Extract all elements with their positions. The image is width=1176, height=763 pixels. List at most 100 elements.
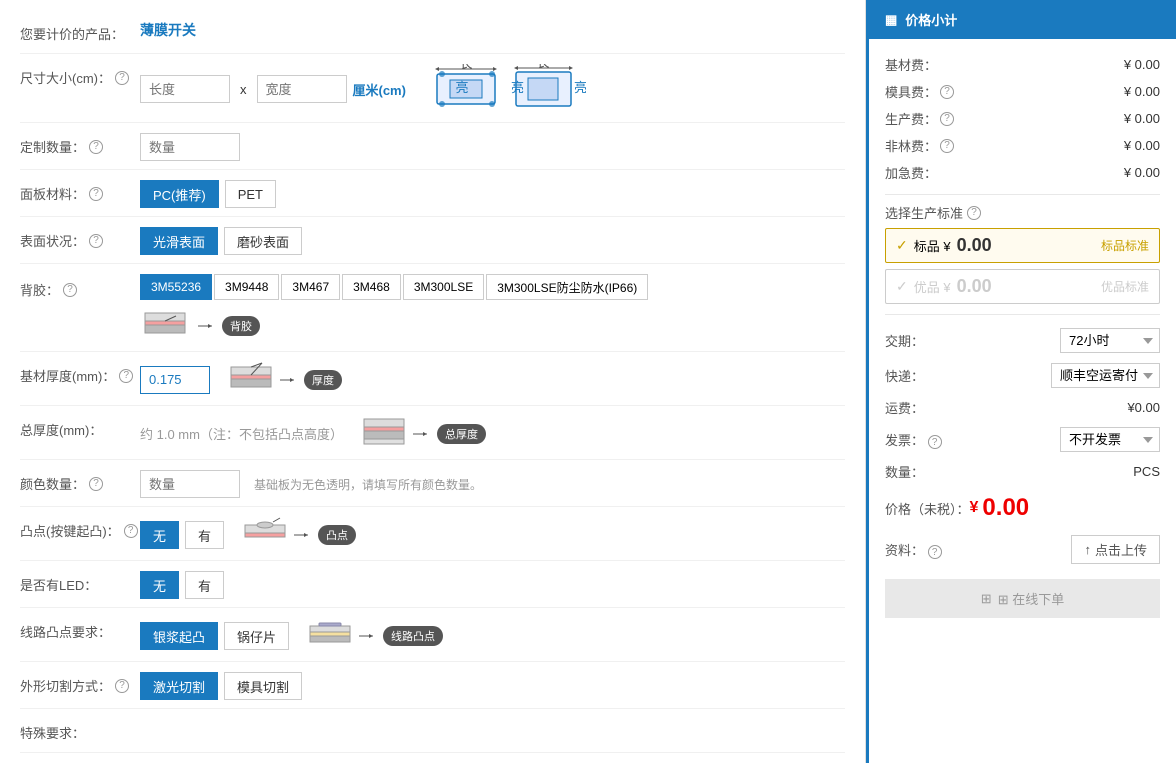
std-option2[interactable]: ✓ 优品 ¥ 0.00 优品标准 (885, 269, 1160, 304)
material-pc-btn[interactable]: PC(推荐) (140, 180, 219, 208)
qty-row: 数量： PCS (885, 457, 1160, 486)
material-info-icon[interactable]: ? (928, 545, 942, 559)
adhesive-3m468-btn[interactable]: 3M468 (342, 274, 401, 300)
size-unit: 厘米(cm) (353, 80, 406, 99)
material-upload-label: 资料： ? (885, 540, 942, 560)
calculator-icon: ▦ (885, 12, 897, 28)
material-info-icon[interactable]: ? (89, 187, 103, 201)
invoice-info-icon[interactable]: ? (928, 435, 942, 449)
led-yes-btn[interactable]: 有 (185, 571, 224, 599)
surface-info-icon[interactable]: ? (89, 234, 103, 248)
qty-sidebar-label: 数量： (885, 462, 924, 481)
production-row: 生产费： ? ¥ 0.00 (885, 105, 1160, 132)
invoice-label: 发票： ? (885, 430, 942, 450)
line-bump-dome-btn[interactable]: 锅仔片 (224, 622, 289, 650)
shipping-label: 快递： (885, 366, 924, 385)
led-none-btn[interactable]: 无 (140, 571, 179, 599)
freight-value: ¥0.00 (1127, 400, 1160, 415)
base-thickness-input[interactable] (140, 366, 210, 394)
special-row: 特殊要求： (20, 709, 845, 753)
adhesive-diagram-row: 背胶 (140, 308, 260, 343)
led-label: 是否有LED： (20, 569, 140, 594)
width-input[interactable] (257, 75, 347, 103)
color-qty-info-icon[interactable]: ? (89, 477, 103, 491)
std-info-icon[interactable]: ? (967, 206, 981, 220)
bump-row: 凸点(按键起凸)： ? 无 有 凸点 (20, 507, 845, 561)
final-price-value: 0.00 (982, 494, 1029, 522)
material-content: PC(推荐) PET (140, 178, 845, 208)
adhesive-3m300lse-ip66-btn[interactable]: 3M300LSE防尘防水(IP66) (486, 274, 648, 300)
production-value: ¥ 0.00 (1124, 111, 1160, 126)
special-content (140, 717, 845, 719)
upload-label: 点击上传 (1095, 540, 1147, 559)
std-option1-price: 0.00 (957, 235, 992, 256)
led-row: 是否有LED： 无 有 (20, 561, 845, 608)
cut-row: 外形切割方式： ? 激光切割 模具切割 (20, 662, 845, 709)
order-label: ⊞ 在线下单 (998, 589, 1065, 608)
upload-button[interactable]: ↑ 点击上传 (1071, 535, 1160, 564)
nonlin-info-icon[interactable]: ? (940, 139, 954, 153)
shipping-row: 快递： 顺丰空运寄付 顺丰陆运寄付 自提 (885, 358, 1160, 393)
total-thickness-svg (359, 416, 409, 451)
delivery-select[interactable]: 72小时 48小时 24小时 (1060, 328, 1160, 353)
total-thickness-row: 总厚度(mm)： 约 1.0 mm（注：不包括凸点高度） 总厚度 (20, 406, 845, 460)
cut-content: 激光切割 模具切割 (140, 670, 845, 700)
std-option1-label: ✓ 标品 ¥ 0.00 (896, 235, 992, 256)
color-qty-content: 基础板为无色透明，请填写所有颜色数量。 (140, 468, 845, 498)
adhesive-info-icon[interactable]: ? (63, 283, 77, 297)
std-option2-price: 0.00 (957, 276, 992, 297)
line-bump-silver-btn[interactable]: 银浆起凸 (140, 622, 218, 650)
product-link[interactable]: 薄膜开关 (140, 20, 196, 40)
color-qty-row: 颜色数量： ? 基础板为无色透明，请填写所有颜色数量。 (20, 460, 845, 507)
special-label: 特殊要求： (20, 717, 140, 742)
product-row: 您要计价的产品： 薄膜开关 (20, 10, 845, 54)
thickness-arrow (280, 374, 300, 386)
mold-info-icon[interactable]: ? (940, 85, 954, 99)
cut-info-icon[interactable]: ? (115, 679, 129, 693)
surface-content: 光滑表面 磨砂表面 (140, 225, 845, 255)
freight-label: 运费： (885, 398, 924, 417)
std-option1[interactable]: ✓ 标品 ¥ 0.00 标品标准 (885, 228, 1160, 263)
bump-label: 凸点(按键起凸)： ? (20, 515, 140, 540)
divider2 (885, 314, 1160, 315)
mold-value: ¥ 0.00 (1124, 84, 1160, 99)
adhesive-badge: 背胶 (222, 316, 260, 336)
adhesive-3m300lse-btn[interactable]: 3M300LSE (403, 274, 484, 300)
size-info-icon[interactable]: ? (115, 71, 129, 85)
cut-mold-btn[interactable]: 模具切割 (224, 672, 302, 700)
production-info-icon[interactable]: ? (940, 112, 954, 126)
cut-laser-btn[interactable]: 激光切割 (140, 672, 218, 700)
freight-row: 运费： ¥0.00 (885, 393, 1160, 422)
invoice-select[interactable]: 不开发票 增值税普票 增值税专票 (1060, 427, 1160, 452)
adhesive-3m55236-btn[interactable]: 3M55236 (140, 274, 212, 300)
svg-text:亮: 亮 (574, 80, 586, 95)
quantity-row: 定制数量： ? (20, 123, 845, 170)
shipping-select[interactable]: 顺丰空运寄付 顺丰陆运寄付 自提 (1051, 363, 1160, 388)
svg-text:亮: 亮 (455, 80, 468, 95)
length-input[interactable] (140, 75, 230, 103)
total-thickness-badge: 总厚度 (437, 424, 486, 444)
invoice-row: 发票： ? 不开发票 增值税普票 增值税专票 (885, 422, 1160, 457)
material-pet-btn[interactable]: PET (225, 180, 276, 208)
surface-matte-btn[interactable]: 磨砂表面 (224, 227, 302, 255)
size-content: x 厘米(cm) 亮 (140, 62, 845, 114)
nonlin-label: 非林费： ? (885, 136, 954, 155)
quantity-info-icon[interactable]: ? (89, 140, 103, 154)
sidebar-body: 基材费： ¥ 0.00 模具费： ? ¥ 0.00 生产费： ? ¥ 0.00 (869, 39, 1176, 630)
bump-yes-btn[interactable]: 有 (185, 521, 224, 549)
surface-smooth-btn[interactable]: 光滑表面 (140, 227, 218, 255)
adhesive-3m9448-btn[interactable]: 3M9448 (214, 274, 279, 300)
base-material-row: 基材费： ¥ 0.00 (885, 51, 1160, 78)
adhesive-3m467-btn[interactable]: 3M467 (281, 274, 340, 300)
quantity-label: 定制数量： ? (20, 131, 140, 156)
led-content: 无 有 (140, 569, 845, 599)
order-button[interactable]: ⊞ ⊞ 在线下单 (885, 579, 1160, 618)
svg-text:长: 长 (536, 64, 549, 70)
color-qty-input[interactable] (140, 470, 240, 498)
base-thickness-info-icon[interactable]: ? (119, 369, 133, 383)
bump-none-btn[interactable]: 无 (140, 521, 179, 549)
base-thickness-label: 基材厚度(mm)： ? (20, 360, 140, 385)
bump-info-icon[interactable]: ? (124, 524, 138, 538)
surface-row: 表面状况： ? 光滑表面 磨砂表面 (20, 217, 845, 264)
quantity-input[interactable] (140, 133, 240, 161)
